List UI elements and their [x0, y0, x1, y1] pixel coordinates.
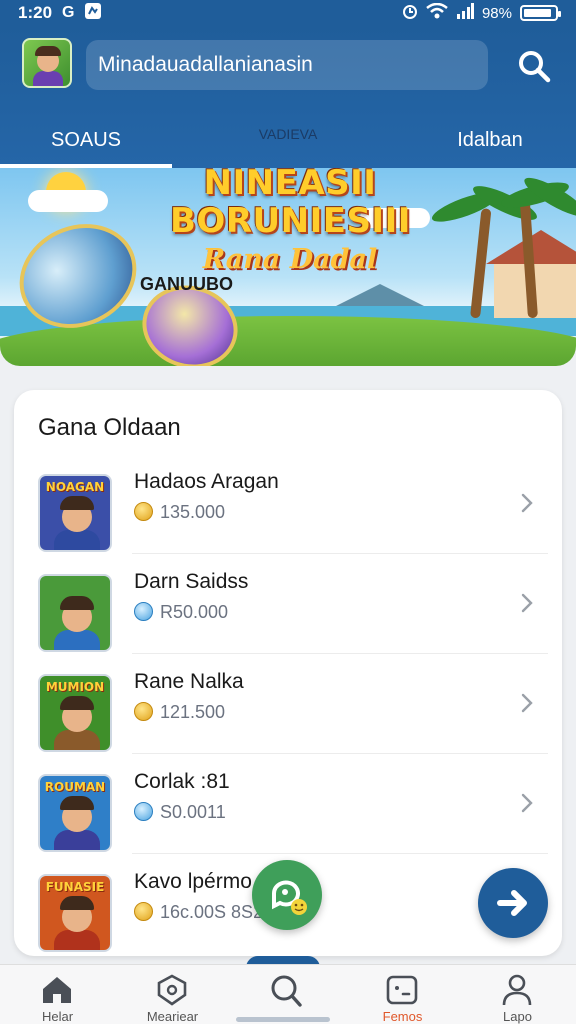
coin-icon — [134, 802, 153, 821]
app-header: Minadauadallanianasin SOAUS VADIEVA Idal… — [0, 26, 576, 168]
notification-icon — [84, 2, 102, 25]
nav-item-search[interactable] — [230, 965, 345, 1024]
list-item[interactable]: Darn Saidss R50.000 — [14, 554, 562, 654]
list-item[interactable]: MUMION Rane Nalka 121.500 — [14, 654, 562, 754]
game-thumbnail: ROUMAN — [38, 774, 112, 852]
game-thumbnail: FUNASIE — [38, 874, 112, 952]
game-value: 135.000 — [160, 502, 226, 522]
game-thumbnail: MUMION — [38, 674, 112, 752]
cloud-graphic — [28, 190, 108, 212]
battery-fill — [524, 9, 551, 17]
badge-icon — [157, 974, 187, 1006]
chat-icon — [271, 880, 307, 915]
chevron-right-icon[interactable] — [520, 492, 534, 514]
coin-icon — [134, 602, 153, 621]
nav-item-home[interactable]: Helar — [0, 965, 115, 1024]
game-name: Corlak :81 — [134, 770, 230, 793]
status-time: 1:20 — [18, 3, 53, 22]
list-item[interactable]: ROUMAN Corlak :81 S0.0011 — [14, 754, 562, 854]
game-thumbnail: NOAGAN — [38, 474, 112, 552]
game-value: S0.0011 — [160, 802, 226, 822]
coin-icon — [134, 702, 153, 721]
wifi-icon — [426, 2, 448, 23]
home-indicator — [236, 1017, 330, 1022]
tab-soaus[interactable]: SOAUS — [0, 112, 172, 168]
battery-text: 98% — [481, 4, 512, 22]
chevron-right-icon[interactable] — [520, 692, 534, 714]
banner-title: NINEASII BORUNIESIII — [170, 168, 411, 241]
game-thumbnail — [38, 574, 112, 652]
carrier-icon: G — [62, 4, 75, 21]
list-title: Gana Oldaan — [38, 414, 181, 441]
nav-item-games[interactable]: Femos — [345, 965, 460, 1024]
search-icon[interactable] — [516, 48, 552, 84]
game-name: Hadaos Aragan — [134, 470, 279, 493]
coin-icon — [134, 902, 153, 921]
alarm-icon — [402, 2, 418, 24]
game-name: Kavo lpérmo — [134, 870, 252, 893]
app-logo[interactable] — [22, 38, 72, 88]
chevron-right-icon[interactable] — [520, 592, 534, 614]
chat-fab-button[interactable] — [252, 860, 322, 930]
home-icon — [43, 977, 71, 1003]
bottom-nav: Helar Meariear Femos Lapo — [0, 964, 576, 1024]
promo-banner[interactable]: NINEASII BORUNIESIII Rana Dadal GANUUBO — [0, 168, 576, 366]
game-value: 121.500 — [160, 702, 226, 722]
tab-idalban[interactable]: Idalban — [404, 112, 576, 168]
search-icon — [271, 975, 302, 1007]
arrow-right-icon — [497, 890, 527, 916]
coin-icon — [134, 502, 153, 521]
battery-icon — [520, 5, 561, 21]
game-name: Rane Nalka — [134, 670, 244, 693]
banner-tag: GANUUBO — [140, 274, 233, 294]
list-item[interactable]: NOAGAN Hadaos Aragan 135.000 — [14, 454, 562, 554]
tab-bar: SOAUS VADIEVA Idalban — [0, 112, 576, 168]
next-fab-button[interactable] — [478, 868, 548, 938]
banner-subtitle: Rana Dadal — [202, 244, 378, 275]
chevron-right-icon[interactable] — [520, 792, 534, 814]
search-input[interactable]: Minadauadallanianasin — [86, 40, 488, 90]
signal-icon — [456, 3, 474, 23]
game-name: Darn Saidss — [134, 570, 249, 593]
nav-item-profile[interactable]: Lapo — [460, 965, 575, 1024]
status-bar: 1:20 G 98% — [0, 0, 576, 26]
nav-item-badge[interactable]: Meariear — [115, 965, 230, 1024]
profile-icon — [502, 974, 532, 1006]
game-value: R50.000 — [160, 602, 229, 622]
game-icon — [386, 975, 418, 1005]
tab-vadieva[interactable]: VADIEVA — [172, 112, 404, 168]
